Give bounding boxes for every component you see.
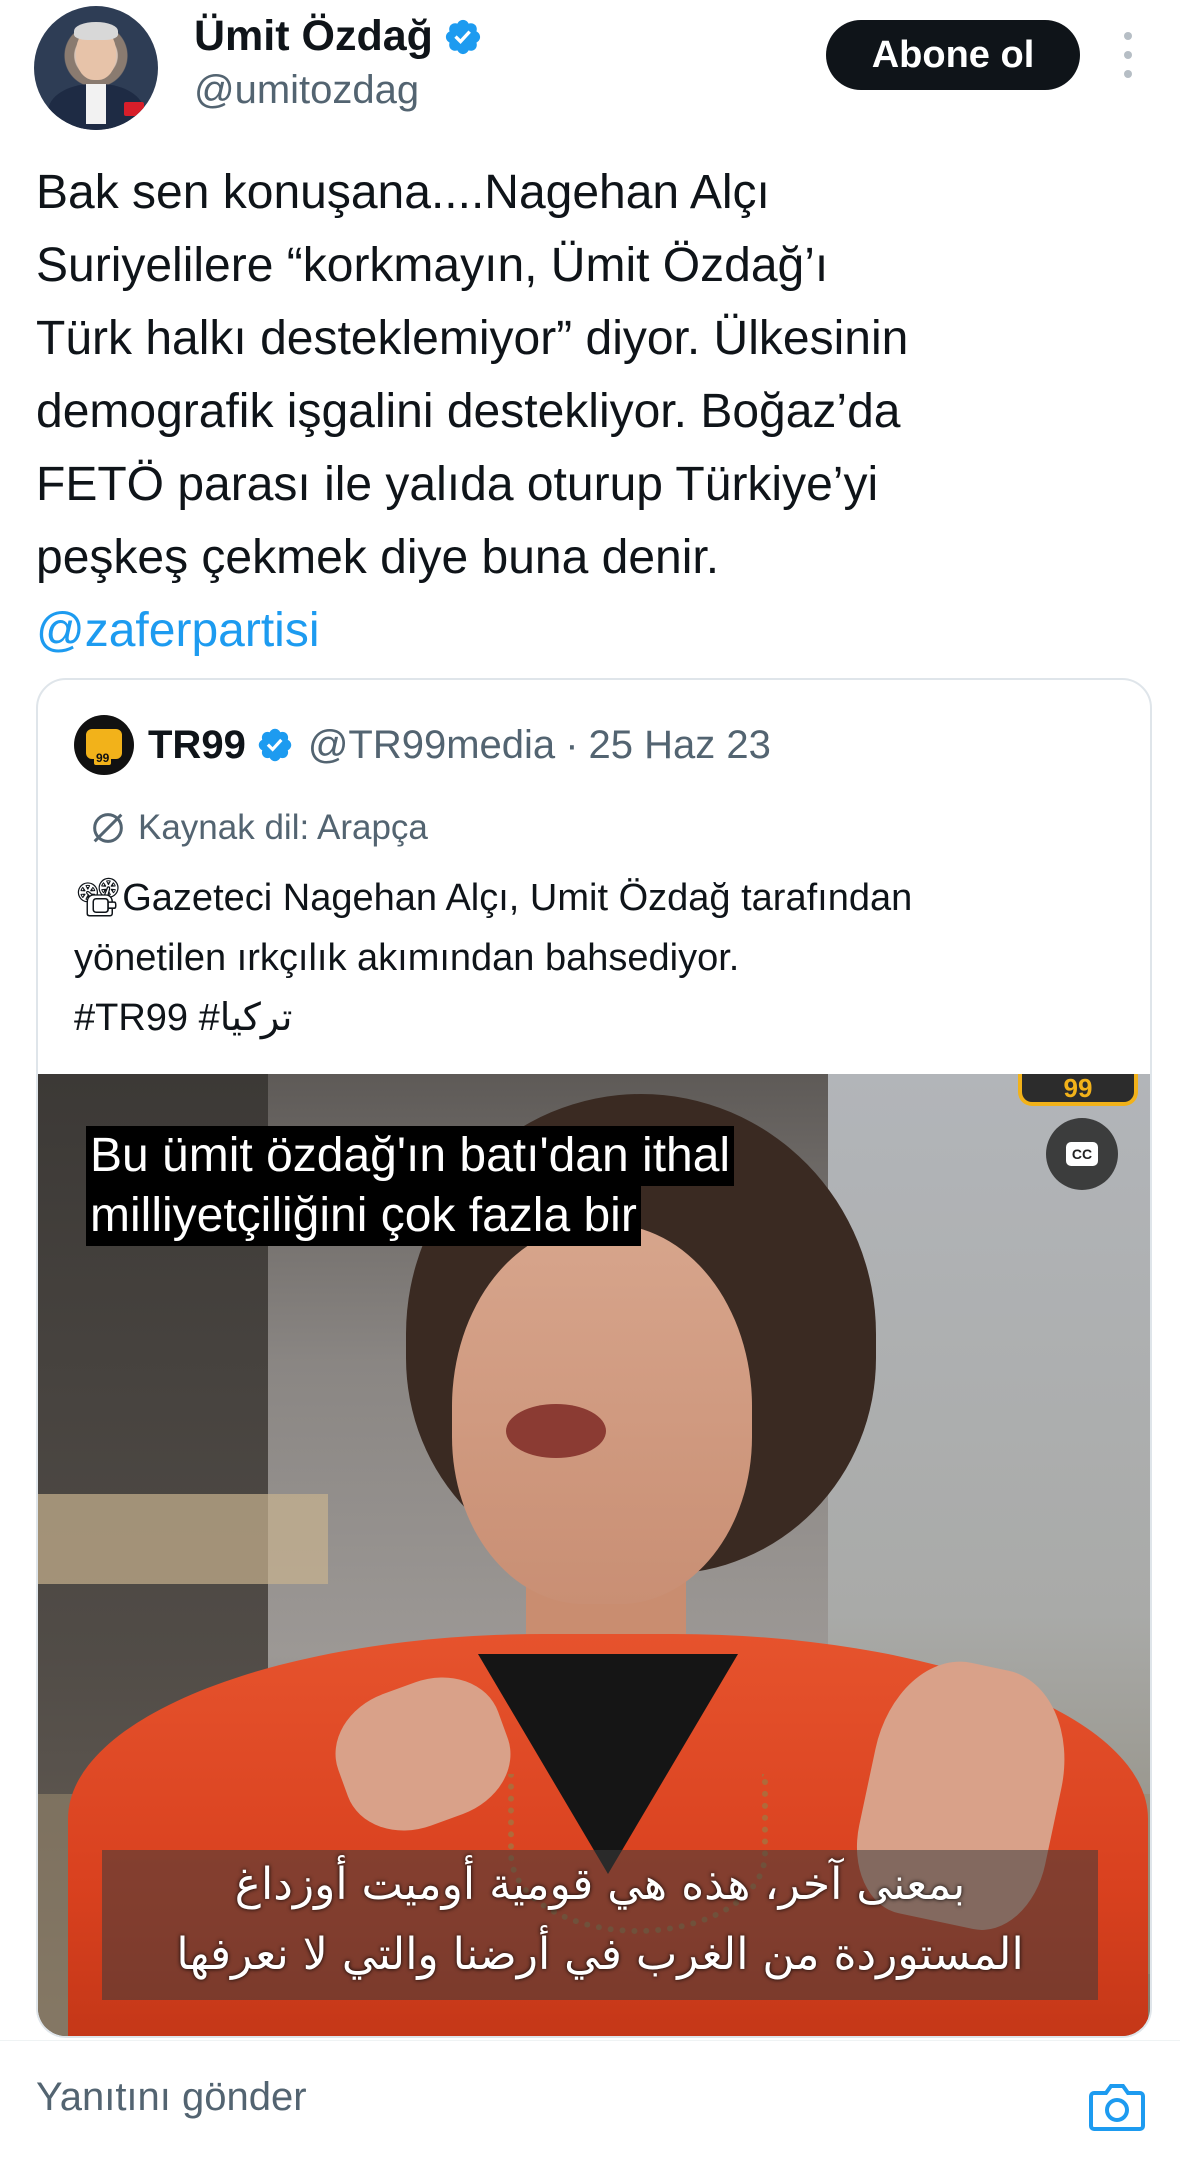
author-handle[interactable]: @umitozdag	[194, 68, 419, 113]
verified-badge-icon	[258, 728, 292, 762]
translate-icon	[93, 813, 123, 843]
author-display-name[interactable]: Ümit Özdağ	[194, 12, 433, 61]
caption-line: milliyetçiliğini çok fazla bir	[86, 1186, 641, 1246]
reply-bar: Yanıtını gönder	[0, 2040, 1180, 2160]
reply-input[interactable]: Yanıtını gönder	[36, 2075, 307, 2120]
quoted-author-name[interactable]: TR99	[148, 723, 246, 768]
mention-link[interactable]: @zaferpartisi	[36, 594, 1146, 667]
tweet-line: Türk halkı desteklemiyor” diyor. Ülkesin…	[36, 312, 909, 365]
quoted-hashtags[interactable]: #TR99 #تركيا	[74, 988, 1124, 1048]
video-caption-arabic: بمعنى آخر، هذه هي قومية أوميت أوزداغ الم…	[102, 1850, 1098, 2000]
quoted-text-line: yönetilen ırkçılık akımından bahsediyor.	[74, 937, 740, 979]
quoted-avatar-label: 99	[94, 751, 112, 765]
verified-badge-icon	[445, 19, 480, 54]
translation-source[interactable]: Kaynak dil: Arapça	[88, 808, 428, 848]
author-name-row[interactable]: Ümit Özdağ	[194, 12, 483, 61]
quoted-author-handle[interactable]: @TR99media	[308, 723, 555, 768]
quoted-tweet-header: 99 TR99 @TR99media · 25 Haz 23	[74, 714, 771, 776]
video-player[interactable]: 99 CC Bu ümit özdağ'ın batı'dan ithal mi…	[38, 1074, 1150, 2036]
closed-captions-button[interactable]: CC	[1046, 1118, 1118, 1190]
quoted-tweet-text: 📽Gazeteci Nagehan Alçı, Umit Özdağ taraf…	[74, 868, 1124, 1048]
author-avatar[interactable]	[34, 6, 158, 130]
tweet-line: Bak sen konuşana....Nagehan Alçı	[36, 166, 770, 219]
tweet-header: Ümit Özdağ @umitozdag Abone ol	[0, 0, 1180, 150]
camera-icon[interactable]	[1088, 2081, 1146, 2133]
video-caption-turkish: Bu ümit özdağ'ın batı'dan ithal milliyet…	[86, 1126, 735, 1246]
tweet-line: FETÖ parası ile yalıda oturup Türkiye’yi	[36, 458, 879, 511]
caption-line: بمعنى آخر، هذه هي قومية أوميت أوزداغ	[234, 1859, 966, 1910]
quoted-tweet-date[interactable]: 25 Haz 23	[589, 723, 771, 768]
more-options-icon[interactable]	[1118, 32, 1138, 78]
separator-dot: ·	[565, 722, 579, 767]
follow-button[interactable]: Abone ol	[826, 20, 1080, 90]
source-language-label: Kaynak dil: Arapça	[138, 808, 428, 847]
channel-logo: 99	[1018, 1074, 1138, 1106]
quoted-text-line: 📽Gazeteci Nagehan Alçı, Umit Özdağ taraf…	[74, 877, 913, 919]
cc-icon: CC	[1066, 1142, 1098, 1166]
quoted-tweet[interactable]: 99 TR99 @TR99media · 25 Haz 23 Kaynak di…	[36, 678, 1152, 2038]
tweet-line: Suriyelilere “korkmayın, Ümit Özdağ’ı	[36, 239, 829, 292]
quoted-author-avatar[interactable]: 99	[74, 715, 134, 775]
tweet-text: Bak sen konuşana....Nagehan Alçı Suriyel…	[36, 156, 1146, 667]
tweet-line: peşkeş çekmek diye buna denir.	[36, 531, 720, 584]
caption-line: المستوردة من الغرب في أرضنا والتي لا نعر…	[176, 1929, 1024, 1980]
caption-line: Bu ümit özdağ'ın batı'dan ithal	[86, 1126, 735, 1186]
tweet-line: demografik işgalini destekliyor. Boğaz’d…	[36, 385, 901, 438]
